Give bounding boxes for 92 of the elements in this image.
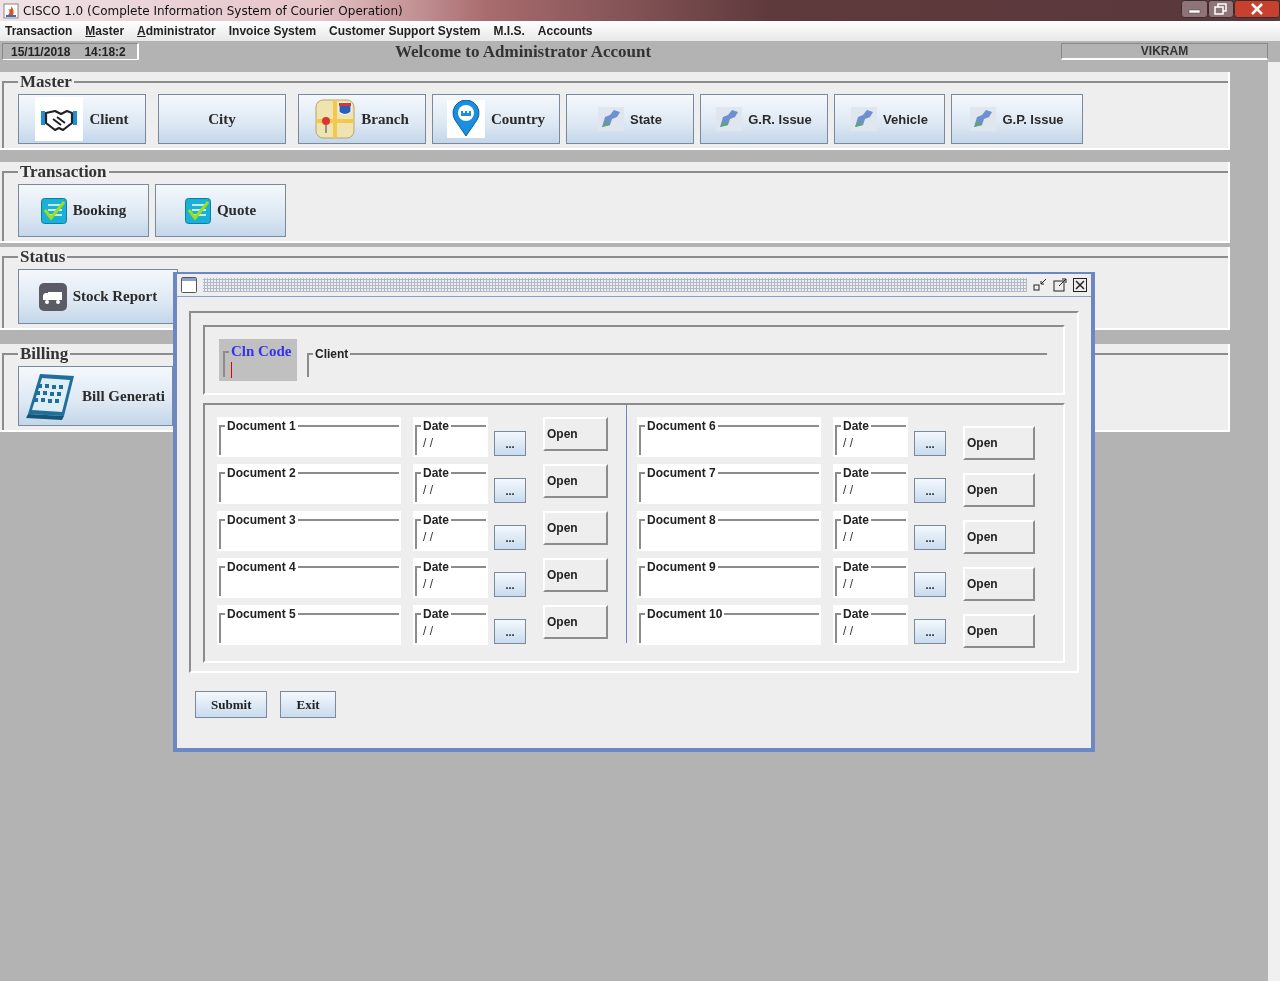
document-field[interactable]: Document 6 <box>639 419 819 455</box>
open-button[interactable]: Open <box>543 605 608 639</box>
date-field[interactable]: Date / / <box>415 513 486 549</box>
menu-item[interactable]: M.I.S. <box>493 24 525 38</box>
region-map-icon <box>851 107 878 131</box>
window-icon <box>181 277 197 293</box>
group-title: Billing <box>19 344 70 364</box>
welcome-title: Welcome to Administrator Account <box>395 41 652 62</box>
document-field[interactable]: Document 2 <box>219 466 399 502</box>
region-map-icon <box>716 107 743 131</box>
open-button[interactable]: Open <box>543 417 608 451</box>
menu-item[interactable]: Transaction <box>5 24 73 38</box>
maximize-icon[interactable] <box>1053 278 1067 292</box>
open-button[interactable]: Open <box>963 614 1035 648</box>
tile-button[interactable]: Quote <box>155 184 286 237</box>
tile-button[interactable]: Client <box>18 94 146 144</box>
window-title: CISCO 1.0 (Complete Information System of Courier Operation) <box>23 3 404 18</box>
tile-button[interactable]: G.R. Issue <box>700 94 828 144</box>
date-field[interactable]: Date / / <box>835 560 906 596</box>
close-icon[interactable] <box>1073 278 1087 292</box>
title-bar-grip[interactable] <box>203 278 1027 292</box>
document-field[interactable]: Document 3 <box>219 513 399 549</box>
minimize-icon[interactable] <box>1181 0 1208 19</box>
truck-icon <box>38 282 67 311</box>
dialog-button[interactable]: Exit <box>280 691 336 718</box>
text-caret <box>231 362 232 378</box>
scrollbar-track[interactable] <box>1268 62 1280 981</box>
document-field[interactable]: Document 7 <box>639 466 819 502</box>
document-field[interactable]: Document 5 <box>219 607 399 643</box>
date-field[interactable]: Date / / <box>415 419 486 455</box>
menu-item[interactable]: Master <box>85 24 125 38</box>
tile-button[interactable]: G.P. Issue <box>951 94 1083 144</box>
open-button[interactable]: Open <box>963 520 1035 554</box>
date-field[interactable]: Date / / <box>415 607 486 643</box>
checklist-icon <box>40 197 67 224</box>
date-picker-button[interactable]: ... <box>494 572 526 597</box>
document-field[interactable]: Document 10 <box>639 607 819 643</box>
date-picker-button[interactable]: ... <box>914 619 946 644</box>
date-picker-button[interactable]: ... <box>914 525 946 550</box>
region-map-icon <box>598 107 625 131</box>
date-picker-button[interactable]: ... <box>914 572 946 597</box>
date-picker-button[interactable]: ... <box>494 619 526 644</box>
close-icon[interactable] <box>1234 0 1280 19</box>
tile-button[interactable]: Bill Generati <box>18 366 173 426</box>
dialog-button[interactable]: Submit <box>195 691 268 718</box>
user-name-label: VIKRAM <box>1061 43 1268 60</box>
minimize-icon[interactable] <box>1033 278 1047 292</box>
tile-button[interactable]: Booking <box>18 184 149 237</box>
time-label: 14:18:2 <box>84 44 126 59</box>
document-field[interactable]: Document 1 <box>219 419 399 455</box>
menu-item[interactable]: Administrator <box>137 24 216 38</box>
document-field[interactable]: Document 8 <box>639 513 819 549</box>
date-field[interactable]: Date / / <box>835 419 906 455</box>
tile-button[interactable]: Country <box>432 94 560 144</box>
date-picker-button[interactable]: ... <box>494 431 526 456</box>
client-field[interactable]: Client <box>307 347 1047 377</box>
date-field[interactable]: Date / / <box>415 560 486 596</box>
restore-icon[interactable] <box>1208 0 1234 19</box>
open-button[interactable]: Open <box>543 511 608 545</box>
group-title: Master <box>19 72 73 92</box>
app-icon <box>3 2 19 19</box>
region-map-icon <box>970 107 997 131</box>
date-label: 15/11/2018 <box>11 44 71 59</box>
checklist-icon <box>184 197 211 224</box>
date-field[interactable]: Date / / <box>415 466 486 502</box>
group-title: Transaction <box>19 162 108 182</box>
date-field[interactable]: Date / / <box>835 607 906 643</box>
open-button[interactable]: Open <box>543 464 608 498</box>
location-pin-icon <box>446 100 485 138</box>
date-field[interactable]: Date / / <box>835 466 906 502</box>
tile-button[interactable]: City <box>158 94 286 144</box>
date-picker-button[interactable]: ... <box>914 431 946 456</box>
tile-button[interactable]: Branch <box>298 94 426 144</box>
handshake-icon <box>35 97 84 141</box>
date-field[interactable]: Date / / <box>835 513 906 549</box>
document-field[interactable]: Document 9 <box>639 560 819 596</box>
open-button[interactable]: Open <box>963 567 1035 601</box>
map-icon <box>315 99 356 139</box>
tile-button[interactable]: State <box>566 94 694 144</box>
group-title: Status <box>19 247 67 267</box>
date-picker-button[interactable]: ... <box>494 478 526 503</box>
open-button[interactable]: Open <box>543 558 608 592</box>
date-picker-button[interactable]: ... <box>914 478 946 503</box>
open-button[interactable]: Open <box>963 426 1035 460</box>
menu-item[interactable]: Customer Support System <box>329 24 481 38</box>
date-picker-button[interactable]: ... <box>494 525 526 550</box>
tile-button[interactable]: Vehicle <box>834 94 945 144</box>
menu-item[interactable]: Invoice System <box>228 24 317 38</box>
menu-item[interactable]: Accounts <box>537 24 593 38</box>
document-field[interactable]: Document 4 <box>219 560 399 596</box>
open-button[interactable]: Open <box>963 473 1035 507</box>
tile-button[interactable]: Stock Report <box>18 269 178 324</box>
